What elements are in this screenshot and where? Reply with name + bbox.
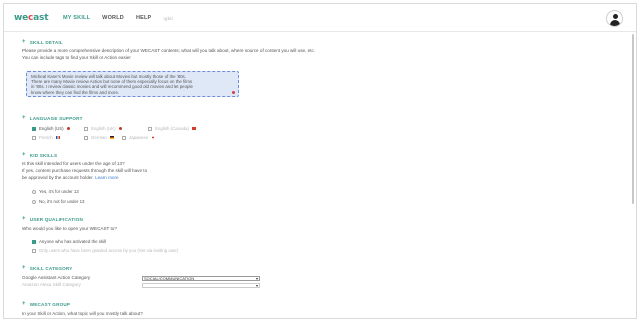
- qualification-option-anyone[interactable]: Anyone who has activated the skill: [32, 239, 106, 244]
- canada-flag-icon: [191, 127, 196, 130]
- checkbox[interactable]: [84, 135, 88, 140]
- skill-detail-header[interactable]: + SKILL DETAIL: [22, 39, 63, 45]
- kid-skills-note-1: If yes, content purchase requests throug…: [22, 168, 148, 173]
- kid-skills-title: KID SKILLS: [29, 153, 58, 158]
- kid-skills-header[interactable]: + KID SKILLS: [22, 152, 58, 158]
- qualification-option-label: Only users who have been granted access …: [39, 248, 179, 253]
- main-nav: MY SKILL WORLD HELP Igbit: [63, 15, 173, 21]
- language-support-title: LANGUAGE SUPPORT: [29, 116, 83, 121]
- wecast-group-header[interactable]: + WECAST GROUP: [22, 301, 71, 307]
- checkbox[interactable]: [32, 239, 36, 244]
- textarea-resize-handle[interactable]: [232, 91, 235, 94]
- language-option-fr[interactable]: French: [32, 135, 60, 140]
- avatar-body: [610, 20, 620, 26]
- qualification-option-label: Anyone who has activated the skill: [39, 239, 107, 244]
- kid-skills-note-text: be approved by the account holder.: [22, 175, 94, 180]
- language-label: Japanese: [129, 135, 149, 140]
- plus-icon: +: [22, 115, 26, 121]
- language-label: French: [39, 135, 53, 140]
- nav-help[interactable]: HELP: [136, 15, 151, 21]
- checkbox[interactable]: [32, 248, 36, 253]
- kid-option-label: No, it's not for under 13: [39, 199, 85, 204]
- us-flag-icon: [66, 127, 70, 130]
- language-option-en-uk[interactable]: English (UK): [84, 126, 122, 131]
- language-label: German: [91, 135, 107, 140]
- checkbox[interactable]: [84, 126, 88, 131]
- nav-world[interactable]: WORLD: [102, 15, 124, 21]
- language-option-en-ca[interactable]: English (Canada): [148, 126, 196, 131]
- amazon-category-label: Amazon Alexa Skill Category: [22, 282, 81, 287]
- app-frame: wecast MY SKILL WORLD HELP Igbit + SKILL…: [3, 3, 637, 319]
- textarea-line-4: know where they can find the films and m…: [31, 89, 120, 95]
- top-navigation-bar: wecast MY SKILL WORLD HELP Igbit: [4, 4, 636, 32]
- google-category-label: Google Assistant Action Category: [22, 275, 91, 280]
- wecast-logo[interactable]: wecast: [14, 13, 49, 23]
- uk-flag-icon: [118, 127, 122, 130]
- plus-icon: +: [22, 39, 26, 45]
- kid-option-label: Yes, it's for under 13: [39, 189, 79, 194]
- page-scrollbar[interactable]: [632, 34, 634, 204]
- qualification-option-invited[interactable]: Only users who have been granted access …: [32, 248, 178, 253]
- language-label: English (US): [39, 126, 64, 131]
- plus-icon: +: [22, 301, 26, 307]
- germany-flag-icon: [109, 136, 114, 139]
- user-avatar-icon[interactable]: [606, 10, 623, 27]
- checkbox[interactable]: [148, 126, 152, 131]
- wecast-group-question: In your Skill or Action, what topic will…: [22, 311, 143, 316]
- kid-skills-note-2: be approved by the account holder. Learn…: [22, 175, 119, 182]
- google-category-select[interactable]: SOCIAL/COMMUNICATION ▾: [142, 276, 260, 281]
- plus-icon: +: [22, 152, 26, 158]
- radio-button[interactable]: [32, 189, 36, 194]
- amazon-category-select[interactable]: ▾: [142, 283, 260, 288]
- avatar-head: [612, 14, 618, 19]
- language-support-header[interactable]: + LANGUAGE SUPPORT: [22, 115, 83, 121]
- nav-my-skill[interactable]: MY SKILL: [63, 15, 90, 21]
- skill-detail-description: Please provide a more comprehensive desc…: [22, 48, 316, 53]
- language-label: English (Canada): [155, 126, 189, 131]
- skill-category-title: SKILL CATEGORY: [29, 266, 73, 271]
- skill-category-header[interactable]: + SKILL CATEGORY: [22, 265, 73, 271]
- kid-skills-question: Is this skill intended for users under t…: [22, 161, 125, 166]
- plus-icon: +: [22, 216, 26, 222]
- language-option-en-us[interactable]: English (US): [32, 126, 70, 131]
- skill-description-textarea[interactable]: Micheal Kane's Movie review will talk ab…: [26, 71, 239, 97]
- checkbox[interactable]: [32, 135, 36, 140]
- wecast-group-title: WECAST GROUP: [29, 302, 71, 307]
- france-flag-icon: [55, 136, 60, 139]
- radio-button[interactable]: [32, 199, 36, 204]
- skill-detail-title: SKILL DETAIL: [29, 40, 63, 45]
- skill-detail-hint: You can include tags to find your Skill …: [22, 55, 131, 60]
- user-qualification-question: Who would you like to open your WECAST t…: [22, 226, 117, 231]
- language-option-ja[interactable]: Japanese: [122, 135, 156, 140]
- learn-more-link[interactable]: Learn more: [95, 175, 119, 180]
- chevron-down-icon: ▾: [255, 283, 258, 288]
- plus-icon: +: [22, 265, 26, 271]
- user-qualification-title: USER QUALIFICATION: [29, 217, 83, 222]
- kid-option-yes[interactable]: Yes, it's for under 13: [32, 189, 79, 194]
- kid-option-no[interactable]: No, it's not for under 13: [32, 199, 85, 204]
- google-category-value: SOCIAL/COMMUNICATION: [144, 276, 195, 281]
- user-qualification-header[interactable]: + USER QUALIFICATION: [22, 216, 83, 222]
- checkbox[interactable]: [122, 135, 126, 140]
- checkbox[interactable]: [32, 126, 36, 131]
- language-label: English (UK): [91, 126, 116, 131]
- nav-user-name[interactable]: Igbit: [163, 16, 173, 21]
- japan-flag-icon: [151, 136, 156, 139]
- chevron-down-icon: ▾: [255, 276, 258, 281]
- language-option-de[interactable]: German: [84, 135, 114, 140]
